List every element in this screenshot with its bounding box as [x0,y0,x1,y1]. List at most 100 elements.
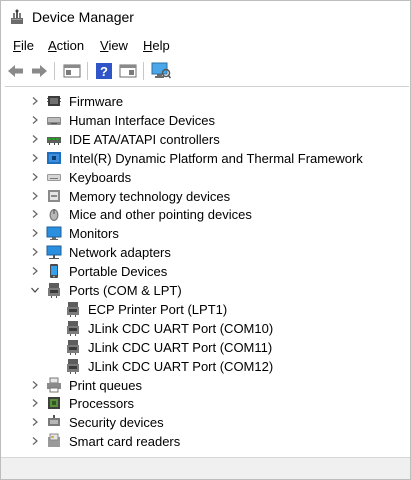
title-bar[interactable]: Device Manager [1,1,410,33]
back-icon [8,65,23,77]
chevron-right-icon[interactable] [30,417,40,427]
tree-item-label: JLink CDC UART Port (COM10) [88,320,274,336]
help-button[interactable]: ? [94,61,114,81]
device-category-item[interactable]: Processors [5,394,409,413]
device-category-item[interactable]: Memory technology devices [5,187,409,206]
tree-item-label: ECP Printer Port (LPT1) [88,301,228,317]
chevron-right-icon[interactable] [30,436,40,446]
show-hide-console-tree-icon [119,64,137,78]
menu-help-rest: elp [152,38,170,53]
menu-action-mnemonic: A [48,38,57,53]
menu-action[interactable]: Action [47,38,85,54]
memory-device-icon [48,189,60,202]
svg-text:?: ? [100,64,108,79]
firmware-icon [47,96,61,106]
tree-item-label: IDE ATA/ATAPI controllers [69,131,220,147]
chevron-right-icon[interactable] [30,228,40,238]
device-tree-item[interactable]: JLink CDC UART Port (COM11) [5,338,409,357]
device-category-item[interactable]: Portable Devices [5,262,409,281]
device-tree[interactable]: Firmware Human Interface Devices IDE ATA/A… [5,86,409,457]
tree-item-label: Portable Devices [69,264,168,280]
device-category-item[interactable]: Security devices [5,413,409,432]
device-category-item[interactable]: Human Interface Devices [5,111,409,130]
toolbar-separator [54,62,55,80]
mouse-icon [49,209,59,222]
device-category-item[interactable]: Mice and other pointing devices [5,205,409,224]
device-category-item[interactable]: Monitors [5,224,409,243]
tree-item-label: Keyboards [69,169,132,185]
tree-item-label: Smart card readers [69,434,181,450]
chevron-down-icon[interactable] [30,285,40,295]
port-icon [67,301,79,317]
device-manager-window: Device Manager File Action View Help ? F… [0,0,411,480]
chevron-right-icon[interactable] [30,96,40,106]
forward-button[interactable] [29,61,49,81]
menu-view-rest: iew [108,38,128,53]
ide-controller-icon [47,136,61,145]
chevron-right-icon[interactable] [30,209,40,219]
chevron-right-icon[interactable] [30,380,40,390]
port-icon [67,339,79,355]
menu-file-mnemonic: F [13,38,21,53]
tree-item-label: Monitors [69,226,119,242]
chevron-right-icon[interactable] [30,134,40,144]
properties-button[interactable] [62,61,82,81]
portable-device-icon [50,264,58,279]
device-tree-item[interactable]: JLink CDC UART Port (COM10) [5,319,409,338]
help-icon: ? [96,63,112,79]
tree-item-label: Human Interface Devices [69,112,215,128]
network-adapter-icon [46,245,62,260]
tree-item-label: Memory technology devices [69,188,231,204]
tree-item-label: Network adapters [69,245,171,261]
chevron-right-icon[interactable] [30,247,40,257]
keyboard-icon [47,173,61,181]
menu-view[interactable]: View [99,38,129,54]
toolbar: ? [1,58,410,84]
thermal-framework-icon [47,151,61,164]
device-category-item[interactable]: Ports (COM & LPT) [5,281,409,300]
device-tree-item[interactable]: ECP Printer Port (LPT1) [5,300,409,319]
tree-item-label: Security devices [69,415,164,431]
menu-file[interactable]: File [12,38,35,54]
chevron-right-icon[interactable] [30,266,40,276]
port-icon [67,320,79,336]
security-device-icon [48,415,60,427]
hid-icon [47,116,61,125]
device-category-item[interactable]: Print queues [5,376,409,395]
device-tree-item[interactable]: JLink CDC UART Port (COM12) [5,357,409,376]
port-icon [67,358,79,374]
chevron-right-icon[interactable] [30,115,40,125]
device-category-item[interactable]: Firmware [5,92,409,111]
window-title: Device Manager [32,9,134,25]
back-button[interactable] [6,61,26,81]
show-hide-console-tree-button[interactable] [118,61,138,81]
tree-item-label: Mice and other pointing devices [69,207,252,223]
device-category-item[interactable]: IDE ATA/ATAPI controllers [5,130,409,149]
scan-hardware-button[interactable] [151,61,171,81]
chevron-right-icon[interactable] [30,153,40,163]
port-icon [48,283,60,298]
device-category-item[interactable]: Network adapters [5,243,409,262]
device-manager-app-icon [11,9,23,24]
menu-action-rest: ction [56,38,85,53]
tree-item-label: Firmware [69,94,124,109]
processor-icon [48,397,60,410]
status-bar [1,457,410,479]
properties-icon [63,64,81,78]
device-category-item[interactable]: Smart card readers [5,432,409,451]
tree-item-label: JLink CDC UART Port (COM11) [88,339,273,355]
tree-item-label: Ports (COM & LPT) [69,283,182,298]
printer-icon [47,377,61,392]
tree-item-label: Processors [69,396,135,412]
menu-help[interactable]: Help [142,38,171,54]
device-category-item[interactable]: Keyboards [5,168,409,187]
menu-help-mnemonic: H [143,38,153,53]
chevron-right-icon[interactable] [30,191,40,201]
tree-item-label: JLink CDC UART Port (COM12) [88,358,274,374]
chevron-right-icon[interactable] [30,398,40,408]
chevron-right-icon[interactable] [30,172,40,182]
forward-icon [32,65,47,77]
scan-hardware-icon [151,62,171,79]
menu-bar: File Action View Help [1,36,410,56]
device-category-item[interactable]: Intel(R) Dynamic Platform and Thermal Fr… [5,149,409,168]
